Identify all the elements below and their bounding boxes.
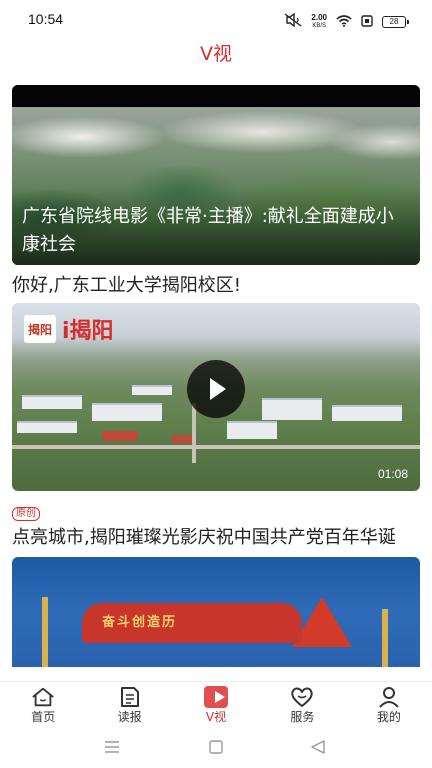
video-title-2[interactable]: 你好,广东工业大学揭阳校区! [12, 271, 420, 301]
logo-mark: 揭阳 [24, 315, 56, 343]
newspaper-icon [118, 686, 142, 708]
sim-icon [361, 12, 373, 31]
system-nav-bar [0, 725, 432, 768]
video-duration: 01:08 [377, 467, 408, 481]
menu-icon[interactable] [104, 739, 120, 758]
badge-row: 原创 [12, 501, 420, 521]
video-card-3[interactable]: 奋斗创造历 [12, 557, 420, 667]
network-speed: 2.00 KB/S [311, 12, 327, 29]
video-title-3[interactable]: 点亮城市,揭阳璀璨光影庆祝中国共产党百年华诞 [12, 523, 420, 553]
logo-text: i揭阳 [62, 319, 114, 344]
nav-item-home[interactable]: 首页 [0, 682, 86, 725]
bottom-nav: 首页 读报 V视 服务 我的 [0, 681, 432, 725]
status-icons: 2.00 KB/S 28 [284, 12, 409, 31]
nav-label-profile: 我的 [376, 710, 401, 724]
status-bar: 10:54 2.00 KB/S 28 [0, 0, 432, 40]
home-icon [31, 686, 55, 708]
heart-service-icon [290, 686, 314, 708]
home-button-icon[interactable] [208, 739, 224, 758]
back-icon[interactable] [310, 739, 326, 758]
user-icon [377, 686, 401, 708]
video-feed[interactable]: 广东省院线电影《非常·主播》:献礼全面建成小康社会 你好,广东工业大学揭阳校区!… [0, 85, 432, 681]
nav-label-newspaper: 读报 [117, 710, 142, 724]
battery-indicator: 28 [382, 15, 409, 28]
video-card-1[interactable]: 广东省院线电影《非常·主播》:献礼全面建成小康社会 [12, 85, 420, 265]
banner-text: 奋斗创造历 [102, 615, 178, 630]
nav-item-newspaper[interactable]: 读报 [86, 682, 172, 725]
mute-vibrate-icon [284, 12, 302, 31]
nav-label-service: 服务 [290, 710, 315, 724]
video-icon [204, 686, 229, 708]
status-time: 10:54 [28, 11, 64, 27]
play-icon[interactable] [187, 360, 245, 418]
nav-label-video: V视 [205, 710, 227, 724]
page-title: V视 [200, 43, 232, 65]
nav-label-home: 首页 [31, 710, 56, 724]
video-card-2[interactable]: 揭阳 i揭阳 01:08 [12, 303, 420, 491]
video-caption: 广东省院线电影《非常·主播》:献礼全面建成小康社会 [22, 206, 394, 255]
nav-item-profile[interactable]: 我的 [346, 682, 432, 725]
original-badge: 原创 [12, 507, 40, 521]
nav-item-service[interactable]: 服务 [259, 682, 345, 725]
i-jieyang-logo: 揭阳 i揭阳 [24, 313, 114, 345]
wifi-icon [336, 12, 352, 31]
nav-item-video[interactable]: V视 [173, 682, 259, 725]
